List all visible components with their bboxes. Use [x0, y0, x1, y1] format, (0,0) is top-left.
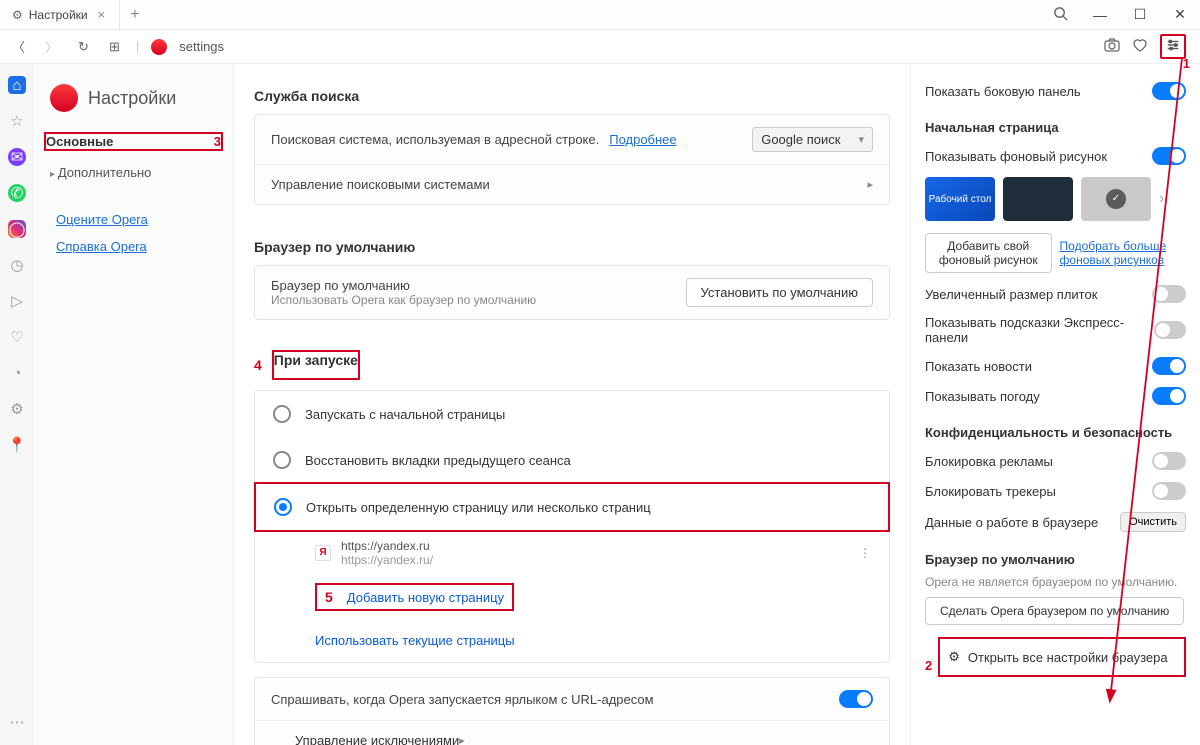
set-default-button[interactable]: Установить по умолчанию: [686, 278, 873, 307]
rp-default-msg: Opera не является браузером по умолчанию…: [925, 573, 1186, 597]
adblock-toggle[interactable]: [1152, 452, 1186, 470]
manage-search-engines-row[interactable]: Управление поисковыми системами ▸: [255, 165, 889, 204]
startup-option-specific[interactable]: Открыть определенную страницу или нескол…: [254, 482, 890, 532]
sidebar-heart-icon[interactable]: ♡: [8, 328, 26, 346]
sidebar-settings-icon[interactable]: ⚙: [8, 400, 26, 418]
startup-option-restore[interactable]: Восстановить вкладки предыдущего сеанса: [255, 437, 889, 483]
check-icon: ✓: [1106, 189, 1126, 209]
radio-icon: [273, 451, 291, 469]
new-tab-button[interactable]: +: [120, 6, 149, 24]
sidebar-history-icon[interactable]: ◷: [8, 256, 26, 274]
add-page-link[interactable]: Добавить новую страницу: [347, 590, 504, 605]
annotation-5: 5: [325, 589, 333, 605]
tab-title: Настройки: [29, 8, 88, 22]
startup-title: При запуске: [272, 350, 360, 380]
search-service-title: Служба поиска: [254, 74, 890, 114]
search-more-link[interactable]: Подробнее: [609, 132, 676, 147]
startup-option-home[interactable]: Запускать с начальной страницы: [255, 391, 889, 437]
chevron-down-icon: ▾: [858, 133, 864, 146]
hints-toggle[interactable]: [1154, 321, 1186, 339]
add-wallpaper-button[interactable]: Добавить свой фоновый рисунок: [925, 233, 1052, 273]
reload-button[interactable]: ↻: [74, 39, 93, 55]
heart-icon[interactable]: [1132, 37, 1148, 56]
easy-setup-panel: Показать боковую панель Начальная страни…: [910, 64, 1200, 745]
radio-checked-icon: [274, 498, 292, 516]
make-default-button[interactable]: Сделать Opera браузером по умолчанию: [925, 597, 1184, 625]
page-title: Настройки: [88, 88, 176, 109]
show-sidebar-toggle[interactable]: [1152, 82, 1186, 100]
page-more-icon[interactable]: ⋮: [859, 546, 871, 560]
window-minimize-button[interactable]: —: [1080, 7, 1120, 23]
annotation-3: 3: [214, 134, 221, 149]
rp-default-title: Браузер по умолчанию: [925, 538, 1186, 573]
weather-toggle[interactable]: [1152, 387, 1186, 405]
sidebar-instagram-icon[interactable]: ◯: [8, 220, 26, 238]
nav-item-advanced[interactable]: Дополнительно: [34, 157, 233, 188]
gear-icon: ⚙: [948, 649, 960, 665]
sidebar-messenger-icon[interactable]: ✉: [8, 148, 26, 166]
more-wallpapers-link[interactable]: Подобрать больше фоновых рисунков: [1060, 239, 1186, 267]
gear-icon: ⚙: [12, 8, 23, 22]
search-icon[interactable]: [1041, 6, 1080, 24]
show-bg-toggle[interactable]: [1152, 147, 1186, 165]
rate-opera-link[interactable]: Оцените Opera: [34, 206, 233, 233]
snapshot-icon[interactable]: [1104, 37, 1120, 56]
window-titlebar: ⚙ Настройки × + — ☐ ✕: [0, 0, 1200, 30]
startup-page-row: Я https://yandex.ru https://yandex.ru/ ⋮: [255, 531, 889, 575]
browser-sidebar: ⌂ ☆ ✉ ✆ ◯ ◷ ▷ ♡ ◔ ⚙ 📍 ⋯: [0, 64, 34, 745]
sidebar-whatsapp-icon[interactable]: ✆: [8, 184, 26, 202]
use-current-pages-link[interactable]: Использовать текущие страницы: [315, 633, 515, 648]
annotation-4: 4: [254, 357, 262, 373]
tiles-toggle[interactable]: [1152, 285, 1186, 303]
sidebar-send-icon[interactable]: ▷: [8, 292, 26, 310]
sidebar-bookmarks-icon[interactable]: ☆: [8, 112, 26, 130]
yandex-favicon-icon: Я: [315, 545, 331, 561]
address-bar[interactable]: settings: [179, 39, 224, 54]
settings-content: Служба поиска Поисковая система, использ…: [234, 64, 910, 745]
sidebar-pin-icon[interactable]: 📍: [8, 436, 26, 454]
window-maximize-button[interactable]: ☐: [1120, 6, 1160, 23]
ask-shortcut-toggle[interactable]: [839, 690, 873, 708]
annotation-2: 2: [925, 658, 932, 673]
speed-dial-icon[interactable]: ⊞: [105, 39, 124, 55]
settings-nav: Настройки Основные 3 Дополнительно Оцени…: [34, 64, 234, 745]
nav-item-basic[interactable]: Основные 3: [44, 132, 223, 151]
back-button[interactable]: 〈: [8, 37, 29, 56]
forward-button[interactable]: 〉: [41, 37, 62, 56]
wallpaper-thumb-desktop[interactable]: Рабочий стол: [925, 177, 995, 221]
chevron-right-icon: ▸: [867, 178, 873, 191]
news-toggle[interactable]: [1152, 357, 1186, 375]
opera-icon: [151, 39, 167, 55]
privacy-section-title: Конфиденциальность и безопасность: [925, 411, 1186, 446]
sidebar-home-icon[interactable]: ⌂: [8, 76, 26, 94]
sidebar-more-icon[interactable]: ⋯: [8, 713, 26, 731]
sidebar-clock-icon[interactable]: ◔: [8, 364, 26, 382]
chevron-right-icon[interactable]: ›: [1159, 190, 1164, 208]
window-close-button[interactable]: ✕: [1160, 6, 1200, 23]
help-opera-link[interactable]: Справка Opera: [34, 233, 233, 260]
default-browser-title: Браузер по умолчанию: [254, 225, 890, 265]
chevron-right-icon: ▸: [459, 734, 465, 745]
clear-data-button[interactable]: Очистить: [1120, 512, 1186, 532]
browser-tab[interactable]: ⚙ Настройки ×: [0, 0, 120, 30]
search-engine-select[interactable]: Google поиск ▾: [752, 127, 873, 152]
main-area: Настройки Основные 3 Дополнительно Оцени…: [34, 64, 1200, 745]
open-all-settings-row[interactable]: ⚙ Открыть все настройки браузера: [938, 637, 1186, 677]
trackers-toggle[interactable]: [1152, 482, 1186, 500]
wallpaper-thumb-2[interactable]: [1003, 177, 1073, 221]
opera-logo-icon: [50, 84, 78, 112]
radio-icon: [273, 405, 291, 423]
close-tab-icon[interactable]: ×: [94, 7, 110, 22]
manage-exceptions-row[interactable]: Управление исключениями ▸: [255, 721, 889, 745]
wallpaper-thumb-3[interactable]: ✓: [1081, 177, 1151, 221]
browser-toolbar: 〈 〉 ↻ ⊞ | settings: [0, 30, 1200, 64]
home-section-title: Начальная страница: [925, 106, 1186, 141]
